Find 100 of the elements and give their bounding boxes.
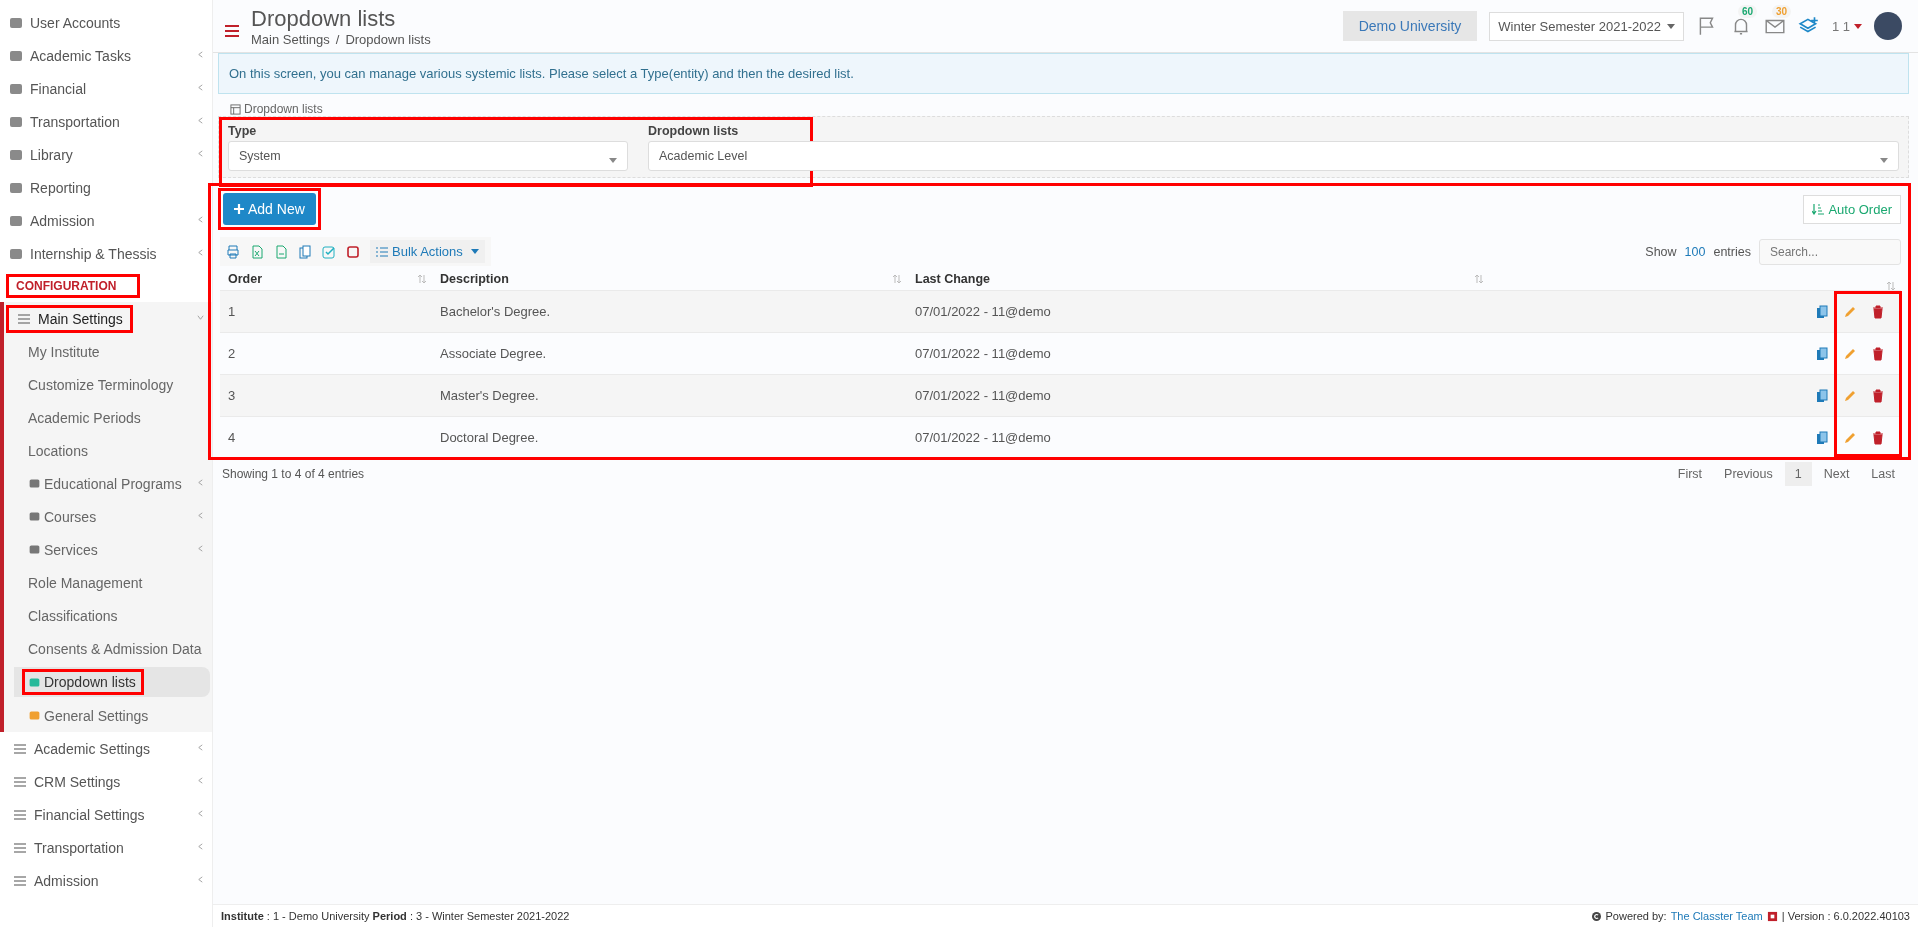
notification-count: 60: [1737, 5, 1758, 18]
table-cell-text: 1: [227, 304, 237, 319]
submenu-item[interactable]: Courses: [4, 500, 212, 533]
bulk-actions-button[interactable]: Bulk Actions: [370, 240, 485, 263]
submenu-item[interactable]: Classifications: [4, 599, 212, 632]
pencil-icon[interactable]: [1843, 304, 1857, 319]
menu-label: Locations: [27, 441, 89, 461]
column-header[interactable]: Last Change: [907, 272, 1489, 286]
trash-icon[interactable]: [1871, 430, 1885, 445]
version-text: | Version : 6.0.2022.40103: [1781, 910, 1910, 922]
sidebar-item[interactable]: Academic Tasks: [0, 39, 212, 72]
pagination-button[interactable]: Next: [1813, 462, 1860, 486]
sidebar-item[interactable]: Financial: [0, 72, 212, 105]
menu-label: Dropdown lists: [24, 671, 142, 693]
submenu-item[interactable]: Educational Programs: [4, 467, 212, 500]
trash-icon[interactable]: [1871, 346, 1885, 361]
menu-label: General Settings: [24, 704, 155, 727]
menu-label: Academic Periods: [27, 408, 142, 428]
menu-label: Transportation: [4, 835, 132, 860]
menu-label: Admission: [4, 868, 107, 893]
submenu-item[interactable]: Role Management: [4, 566, 212, 599]
sidebar-item[interactable]: Library: [0, 138, 212, 171]
table-icon: [230, 103, 241, 115]
copy-icon[interactable]: [1815, 304, 1829, 319]
pagination-button[interactable]: First: [1667, 462, 1713, 486]
submenu-item[interactable]: General Settings: [4, 699, 212, 732]
institution-button[interactable]: Demo University: [1342, 11, 1478, 41]
copy-icon[interactable]: [1815, 346, 1829, 361]
trash-icon[interactable]: [1871, 388, 1885, 403]
sidebar-item[interactable]: Transportation: [0, 831, 212, 864]
sidebar-item[interactable]: Academic Settings: [0, 732, 212, 765]
chevron-icon: [197, 117, 204, 124]
pencil-icon[interactable]: [1843, 388, 1857, 403]
copy-icon[interactable]: [1815, 430, 1829, 445]
copy-icon[interactable]: [1815, 388, 1829, 403]
search-field[interactable]: Search...: [1759, 238, 1901, 265]
table-cell-text: Bachelor's Degree.: [439, 304, 552, 319]
table-cell-text: 3: [227, 388, 237, 403]
breadcrumb-item[interactable]: Main Settings: [251, 31, 330, 47]
dropdown-field[interactable]: Academic Level: [648, 141, 1899, 171]
menu-label: Services: [24, 538, 104, 561]
sidebar-item[interactable]: Admission: [0, 204, 212, 237]
page-title: Dropdown lists: [251, 5, 397, 32]
chevron-icon: [197, 216, 204, 223]
section-heading: CONFIGURATION: [8, 276, 139, 296]
menu-label: Customize Terminology: [27, 375, 175, 395]
avatar[interactable]: [1874, 12, 1902, 40]
list-icon: [376, 246, 388, 257]
submenu-item[interactable]: Services: [4, 533, 212, 566]
submenu-item[interactable]: Locations: [4, 434, 212, 467]
submenu-item[interactable]: Consents & Admission Data: [4, 632, 212, 665]
table-cell-text: Doctoral Degree.: [439, 430, 540, 445]
pencil-icon[interactable]: [1843, 346, 1857, 361]
table-summary: Showing 1 to 4 of 4 entries: [222, 467, 365, 481]
user-menu[interactable]: 1 1: [1831, 18, 1862, 34]
pagination-button[interactable]: 1: [1784, 462, 1812, 486]
sidebar-item[interactable]: Financial Settings: [0, 798, 212, 831]
sidebar-item[interactable]: Internship & Thessis: [0, 237, 212, 270]
page-size-select[interactable]: 100: [1684, 244, 1706, 259]
auto-order-button[interactable]: Auto Order: [1803, 194, 1901, 224]
sidebar-item[interactable]: Main Settings: [4, 302, 212, 335]
column-header[interactable]: Order: [220, 272, 432, 286]
sidebar-item[interactable]: Transportation: [0, 105, 212, 138]
submenu-item[interactable]: My Institute: [4, 335, 212, 368]
chevron-icon: [197, 777, 204, 784]
menu-label: Main Settings: [8, 306, 131, 331]
sort-icon: [893, 275, 901, 283]
pencil-icon[interactable]: [1843, 430, 1857, 445]
field-label: Type: [228, 124, 258, 138]
sidebar-item[interactable]: Admission: [0, 864, 212, 897]
sort-icon: [1887, 282, 1895, 290]
submenu-item[interactable]: Academic Periods: [4, 401, 212, 434]
file-icon[interactable]: [274, 244, 288, 259]
dropdown-field[interactable]: System: [228, 141, 628, 171]
column-header[interactable]: Description: [432, 272, 907, 286]
panel-legend: Dropdown lists: [230, 102, 1909, 116]
length-label: Show: [1645, 244, 1677, 259]
message-count: 30: [1771, 5, 1792, 18]
pagination-button[interactable]: Previous: [1714, 462, 1783, 486]
checkbox-empty-icon[interactable]: [346, 244, 360, 259]
checkbox-checked-icon[interactable]: [322, 244, 336, 259]
sidebar-item[interactable]: CRM Settings: [0, 765, 212, 798]
menu-label: Classifications: [27, 606, 119, 626]
menu-icon[interactable]: [225, 25, 239, 37]
period-select[interactable]: Winter Semester 2021-2022: [1489, 11, 1684, 41]
sidebar-item[interactable]: Reporting: [0, 171, 212, 204]
sidebar-item[interactable]: User Accounts: [0, 6, 212, 39]
copy-icon[interactable]: [298, 244, 312, 259]
chevron-icon: [197, 314, 204, 321]
submenu-item[interactable]: Dropdown lists: [14, 667, 210, 697]
table-cell-text: 07/01/2022 - 11@demo: [914, 346, 1052, 361]
sort-icon: [418, 275, 426, 283]
add-new-button[interactable]: Add New: [223, 193, 316, 225]
chevron-icon: [197, 51, 204, 58]
pagination-button[interactable]: Last: [1861, 462, 1905, 486]
chevron-icon: [197, 150, 204, 157]
spreadsheet-icon[interactable]: [250, 244, 264, 259]
submenu-item[interactable]: Customize Terminology: [4, 368, 212, 401]
team-link[interactable]: The Classter Team: [1670, 910, 1763, 922]
trash-icon[interactable]: [1871, 304, 1885, 319]
